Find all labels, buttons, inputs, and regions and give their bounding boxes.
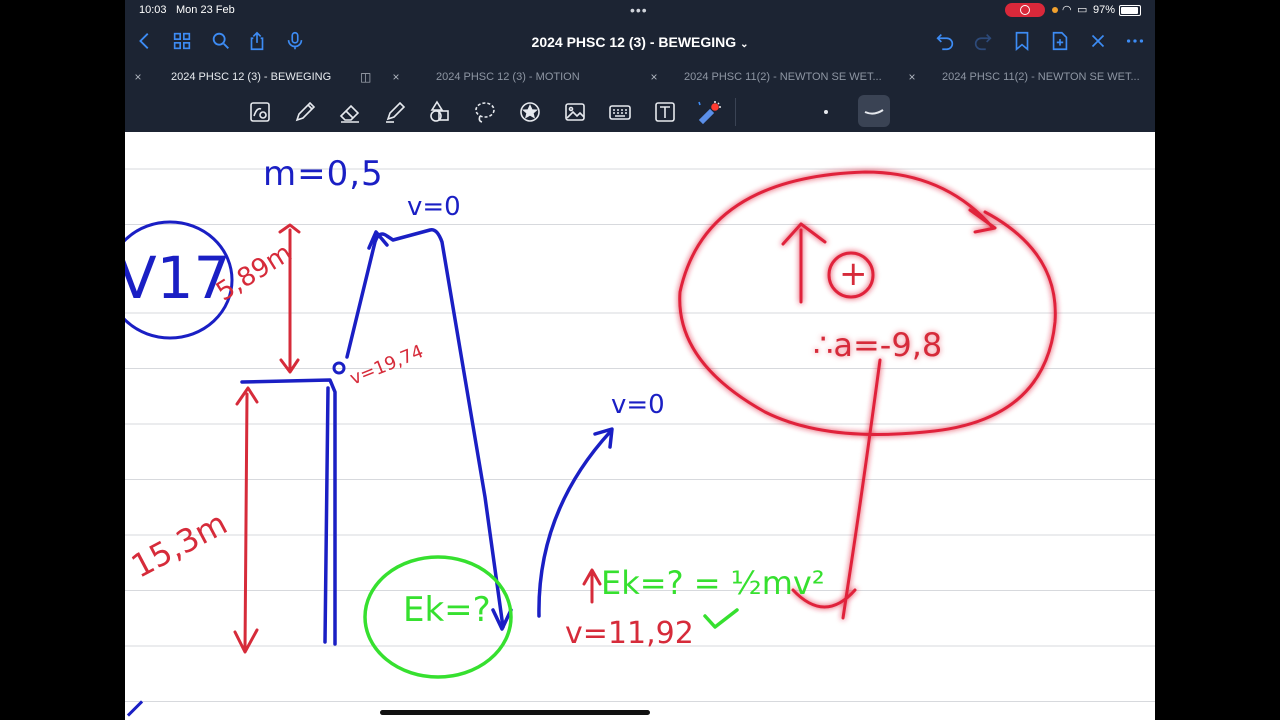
ek-tick [703, 608, 739, 629]
toolbar-divider [735, 98, 736, 126]
launch-point [332, 361, 346, 375]
velocity-right-label: v=0 [611, 390, 665, 420]
multitasking-dots-icon[interactable]: ••• [630, 2, 648, 18]
keyboard-icon[interactable] [607, 99, 633, 125]
screen-record-icon[interactable] [1005, 3, 1045, 17]
image-icon[interactable] [562, 99, 588, 125]
status-bar: 10:03 Mon 23 Feb ••• ◠ ▭ 97% [125, 0, 1155, 22]
tab-newton-2[interactable]: × 2024 PHSC 11(2) - NEWTON SE WET... [906, 64, 1155, 90]
building-left-wall [323, 386, 330, 644]
tab-close-icon[interactable]: × [648, 64, 660, 90]
tab-bar: × 2024 PHSC 12 (3) - BEWEGING ◫ × 2024 P… [125, 64, 1155, 90]
chevron-down-icon: ⌄ [740, 39, 749, 50]
ek-formula: Ek=? = ½mv² [601, 564, 825, 602]
undo-icon[interactable] [933, 30, 957, 54]
mic-indicator-icon [1052, 7, 1058, 13]
lasso-zoom-icon[interactable] [247, 99, 273, 125]
laser-pointer-icon[interactable] [695, 99, 721, 125]
highlighter-icon[interactable] [382, 99, 408, 125]
close-icon[interactable] [1086, 30, 1110, 54]
battery-icon [1119, 5, 1141, 16]
navigation-bar: 2024 PHSC 12 (3) - BEWEGING ⌄ [125, 22, 1155, 62]
split-view-icon[interactable]: ◫ [360, 64, 371, 90]
curve-stroke-icon [864, 109, 884, 115]
document-title[interactable]: 2024 PHSC 12 (3) - BEWEGING ⌄ [125, 34, 1155, 50]
dot-thickness-icon[interactable] [813, 99, 839, 125]
building-top [240, 378, 337, 646]
add-page-icon[interactable] [1048, 30, 1072, 54]
status-date: Mon 23 Feb [176, 4, 235, 16]
status-time: 10:03 [139, 4, 167, 16]
ek-upward-arrow [582, 568, 602, 604]
velocity-top-label: v=0 [407, 192, 461, 222]
tab-close-icon[interactable]: × [132, 64, 144, 90]
tab-close-icon[interactable]: × [906, 64, 918, 90]
battery-percent: 97% [1093, 4, 1116, 16]
tab-newton-1[interactable]: × 2024 PHSC 11(2) - NEWTON SE WET... [648, 64, 909, 90]
pen-icon[interactable] [292, 99, 318, 125]
tab-beweging[interactable]: × 2024 PHSC 12 (3) - BEWEGING ◫ [132, 64, 393, 90]
lasso-icon[interactable] [472, 99, 498, 125]
more-options-icon[interactable] [1123, 30, 1147, 54]
redo-icon[interactable] [971, 30, 995, 54]
mass-label: m=0,5 [263, 154, 384, 194]
shapes-icon[interactable] [427, 99, 453, 125]
text-tool-icon[interactable] [652, 99, 678, 125]
eraser-icon[interactable] [337, 99, 363, 125]
tab-motion[interactable]: × 2024 PHSC 12 (3) - MOTION [390, 64, 651, 90]
upward-arrow-symbol [781, 222, 827, 304]
v17-label: V17 [125, 244, 231, 312]
positive-sign: + [839, 254, 868, 294]
bookmark-icon[interactable] [1010, 30, 1034, 54]
drawing-toolbar [125, 92, 1155, 132]
velocity-result: v=11,92 [565, 616, 694, 651]
curve-stroke-option[interactable] [858, 95, 890, 127]
ek-circle-label: Ek=? [403, 590, 491, 630]
home-indicator[interactable] [380, 710, 650, 715]
sticker-icon[interactable] [517, 99, 543, 125]
sign-convention-oval [678, 170, 1057, 436]
height-bottom-arrow [233, 386, 259, 654]
app-window: 10:03 Mon 23 Feb ••• ◠ ▭ 97% 2024 PHSC 1… [125, 0, 1155, 720]
wifi-icon: ◠ [1062, 4, 1072, 16]
note-canvas[interactable]: m=0,5 V17 5,89m 15,3m v=0 v=19,74 v=0 Ek… [125, 132, 1155, 720]
tab-close-icon[interactable]: × [390, 64, 402, 90]
acceleration-label: ∴a=-9,8 [813, 326, 943, 364]
screen-mirror-icon: ▭ [1077, 4, 1088, 16]
